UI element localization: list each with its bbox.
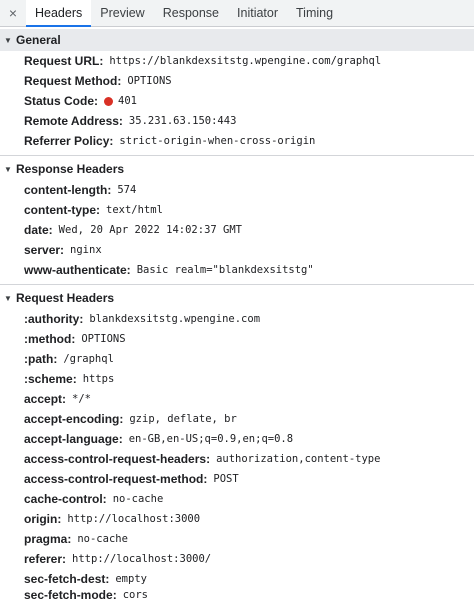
header-key: :scheme:	[24, 372, 77, 386]
tab-preview[interactable]: Preview	[91, 0, 153, 26]
header-value: Basic realm="blankdexsitstg"	[136, 264, 314, 276]
header-key: accept-language:	[24, 432, 123, 446]
header-key: Request Method:	[24, 74, 122, 88]
header-key: origin:	[24, 512, 62, 526]
header-key: access-control-request-method:	[24, 472, 208, 486]
header-key: Request URL:	[24, 54, 104, 68]
header-value: strict-origin-when-cross-origin	[119, 135, 316, 147]
response-header-row: www-authenticate: Basic realm="blankdexs…	[24, 260, 314, 280]
header-value: POST	[213, 473, 239, 485]
response-header-row: content-length: 574	[24, 180, 136, 200]
header-key: accept:	[24, 392, 67, 406]
header-value: no-cache	[112, 493, 164, 505]
request-header-row: access-control-request-method: POST	[24, 469, 239, 489]
header-key: sec-fetch-mode:	[24, 588, 117, 602]
request-header-row: accept-language: en-GB,en-US;q=0.9,en;q=…	[24, 429, 293, 449]
header-key: cache-control:	[24, 492, 107, 506]
header-value: gzip, deflate, br	[129, 413, 237, 425]
header-value: 574	[117, 184, 137, 196]
header-key: content-type:	[24, 203, 100, 217]
header-key: Remote Address:	[24, 114, 123, 128]
header-value: empty	[115, 573, 147, 585]
request-header-row: accept: */*	[24, 389, 91, 409]
expand-triangle-icon: ▼	[4, 164, 12, 174]
header-key: :method:	[24, 332, 76, 346]
header-value: 401	[118, 95, 137, 107]
request-header-row: cache-control: no-cache	[24, 489, 163, 509]
general-row: Referrer Policy: strict-origin-when-cros…	[24, 131, 315, 151]
request-header-row: :authority: blankdexsitstg.wpengine.com	[24, 309, 260, 329]
header-key: content-length:	[24, 183, 112, 197]
response-header-row: date: Wed, 20 Apr 2022 14:02:37 GMT	[24, 220, 242, 240]
header-key: access-control-request-headers:	[24, 452, 211, 466]
expand-triangle-icon: ▼	[4, 35, 12, 45]
header-key: accept-encoding:	[24, 412, 124, 426]
header-key: pragma:	[24, 532, 72, 546]
expand-triangle-icon: ▼	[4, 293, 12, 303]
header-value: Wed, 20 Apr 2022 14:02:37 GMT	[58, 224, 242, 236]
section-divider	[0, 284, 474, 285]
header-value: text/html	[106, 204, 163, 216]
header-value: http://localhost:3000/	[72, 553, 212, 565]
response-header-row: server: nginx	[24, 240, 102, 260]
header-key: referer:	[24, 552, 67, 566]
tab-headers[interactable]: Headers	[26, 0, 92, 27]
header-key: server:	[24, 243, 65, 257]
section-request-headers-header[interactable]: ▼ Request Headers	[0, 287, 474, 309]
header-value: /graphql	[63, 353, 114, 365]
section-title: Request Headers	[16, 291, 115, 305]
request-header-row: pragma: no-cache	[24, 529, 128, 549]
header-value: cors	[122, 589, 148, 601]
devtools-tabbar: × Headers Preview Response Initiator Tim…	[0, 0, 474, 27]
request-header-row: referer: http://localhost:3000/	[24, 549, 211, 569]
response-header-row: content-type: text/html	[24, 200, 163, 220]
section-general-header[interactable]: ▼ General	[0, 29, 474, 51]
header-value: no-cache	[77, 533, 128, 545]
general-row: Status Code: 401	[24, 91, 137, 111]
header-value: 35.231.63.150:443	[128, 115, 237, 127]
close-icon[interactable]: ×	[0, 0, 26, 26]
header-key: :path:	[24, 352, 58, 366]
request-header-row: :method: OPTIONS	[24, 329, 126, 349]
header-value: */*	[72, 393, 91, 405]
header-value: http://localhost:3000	[67, 513, 201, 525]
header-value: https	[82, 373, 115, 385]
section-divider	[0, 155, 474, 156]
header-value: blankdexsitstg.wpengine.com	[89, 313, 261, 325]
header-value: https://blankdexsitstg.wpengine.com/grap…	[109, 55, 382, 67]
request-header-row: :scheme: https	[24, 369, 114, 389]
header-key: sec-fetch-dest:	[24, 572, 110, 586]
status-error-icon	[104, 96, 114, 106]
header-value: OPTIONS	[127, 75, 172, 87]
request-header-row: sec-fetch-mode: cors	[24, 585, 148, 605]
general-row: Request URL: https://blankdexsitstg.wpen…	[24, 51, 381, 71]
tab-timing[interactable]: Timing	[287, 0, 342, 26]
section-title: Response Headers	[16, 162, 125, 176]
general-row: Request Method: OPTIONS	[24, 71, 172, 91]
tab-initiator[interactable]: Initiator	[228, 0, 287, 26]
header-key: www-authenticate:	[24, 263, 131, 277]
header-key: :authority:	[24, 312, 84, 326]
header-value: en-GB,en-US;q=0.9,en;q=0.8	[128, 433, 294, 445]
header-key: Status Code:	[24, 94, 99, 108]
request-header-row: accept-encoding: gzip, deflate, br	[24, 409, 237, 429]
header-value: OPTIONS	[81, 333, 126, 345]
request-header-row: origin: http://localhost:3000	[24, 509, 200, 529]
section-response-headers-header[interactable]: ▼ Response Headers	[0, 158, 474, 180]
header-value: nginx	[70, 244, 102, 256]
request-header-row: access-control-request-headers: authoriz…	[24, 449, 380, 469]
header-key: date:	[24, 223, 53, 237]
header-key: Referrer Policy:	[24, 134, 114, 148]
request-header-row: :path: /graphql	[24, 349, 114, 369]
header-value: authorization,content-type	[216, 453, 381, 465]
tab-response[interactable]: Response	[154, 0, 228, 26]
general-row: Remote Address: 35.231.63.150:443	[24, 111, 236, 131]
section-title: General	[16, 33, 61, 47]
